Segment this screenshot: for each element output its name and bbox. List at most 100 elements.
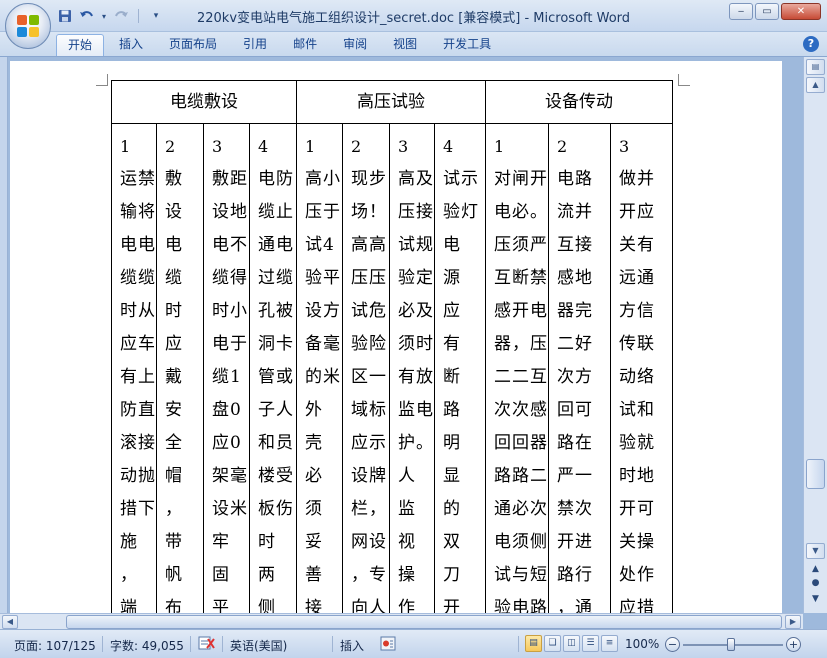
cell-text-line: 设方 [305,301,341,321]
table-column-cell: 2 电路 流并 互接 感地 器完 二好 次方 回可 路在 严一 禁次 开进 路行 ，通 [548,123,611,613]
cell-text-line: 路行 [557,565,593,585]
scroll-left-icon[interactable]: ◀ [2,615,18,629]
cell-text-line: 电不 [212,235,248,255]
cell-text-line: 对闸开 [494,169,548,189]
close-button[interactable]: ✕ [781,3,821,20]
horizontal-scroll-thumb[interactable] [66,615,782,629]
proofing-icon[interactable] [198,635,216,654]
horizontal-scrollbar[interactable]: ◀ ▶ [0,613,803,629]
insert-mode-indicator[interactable]: 插入 [340,637,364,654]
cell-text-line: 流并 [557,202,593,222]
cell-text-line: 现步 [351,169,387,189]
cell-text-line: 时小 [212,301,248,321]
cell-text-line: 次次感 [494,400,548,420]
cell-text-line: 过缆 [258,268,294,288]
office-button[interactable] [5,3,51,49]
scroll-right-icon[interactable]: ▶ [785,615,801,629]
minimize-button[interactable]: ‒ [729,3,753,20]
page-count[interactable]: 页面: 107/125 [14,637,96,654]
cell-text-line: 压须严 [494,235,548,255]
cell-text-line: 两 [258,565,276,585]
cell-text-line: 网设 [351,532,387,552]
document-table[interactable]: 电缆敷设 高压试验 设备传动 1 运禁 输将 电电 缆缆 时从 应车 有上 防直 滚接 动抛 措下施，… [111,80,673,613]
cell-text-line: 源 [443,268,461,288]
macro-record-icon[interactable] [380,636,396,654]
cell-text-line: 敷 [165,169,183,189]
status-separator [332,636,333,652]
cell-text-line: 路在 [557,433,593,453]
vertical-ruler [0,57,8,613]
tab-page-layout[interactable]: 页面布局 [158,34,228,56]
margin-mark-top-right [678,74,690,86]
cell-text-line: 关操 [619,532,655,552]
tab-review[interactable]: 审阅 [332,34,378,56]
cell-text-line: 应示 [351,433,387,453]
cell-text-line: 明 [443,433,461,453]
previous-page-icon[interactable]: ▲ [806,562,825,576]
cell-text-line: 向人 [351,598,387,613]
cell-text-line: 孔被 [258,301,294,321]
cell-text-line: ， [120,565,138,585]
maximize-button[interactable]: ▭ [755,3,779,20]
help-icon[interactable]: ? [803,36,819,52]
cell-text-line: 感开电 [494,301,548,321]
tab-home[interactable]: 开始 [56,34,105,56]
cell-text-line: 缆1 [212,367,242,387]
cell-text-line: 验就 [619,433,655,453]
header-high-voltage-test: 高压试验 [296,80,486,124]
tab-references[interactable]: 引用 [232,34,278,56]
column-number: 3 [619,137,630,156]
cell-text-line: 接 [305,598,323,613]
cell-text-line: 安 [165,400,183,420]
status-separator [102,636,103,652]
tab-view[interactable]: 视图 [382,34,428,56]
scroll-down-icon[interactable]: ▼ [806,543,825,559]
scroll-up-icon[interactable]: ▲ [806,77,825,93]
tab-developer[interactable]: 开发工具 [432,34,502,56]
cell-text-line: 区一 [351,367,387,387]
vertical-scroll-thumb[interactable] [806,459,825,489]
cell-text-line: 时 [258,532,276,552]
cell-text-line: 验电路 [494,598,548,613]
full-screen-reading-view-icon[interactable]: ❑ [544,635,561,652]
tab-mailings[interactable]: 邮件 [282,34,328,56]
ruler-toggle-icon[interactable]: ▤ [806,59,825,75]
cell-text-line: 路 [443,400,461,420]
next-page-icon[interactable]: ▼ [806,592,825,606]
zoom-slider-knob[interactable] [727,638,735,651]
outline-view-icon[interactable]: ☰ [582,635,599,652]
print-layout-view-icon[interactable]: ▤ [525,635,542,652]
tab-insert[interactable]: 插入 [108,34,154,56]
window-controls: ‒ ▭ ✕ [729,3,821,20]
cell-text-line: 戴 [165,367,183,387]
select-browse-object-icon[interactable]: ● [806,576,825,590]
cell-text-line: 电电 [120,235,156,255]
zoom-in-button[interactable]: + [786,637,801,652]
cell-text-line: 断 [443,367,461,387]
cell-text-line: 壳 [305,433,323,453]
table-column-cell: 4 电防 缆止 通电 过缆 孔被 洞卡 管或 子人 和员 楼受 板伤时两侧 [249,123,297,613]
table-column-cell: 2 敷设电缆时应戴安全帽 ， 带帆布 [156,123,204,613]
cell-text-line: 电防 [258,169,294,189]
language-indicator[interactable]: 英语(美国) [230,637,287,654]
web-layout-view-icon[interactable]: ◫ [563,635,580,652]
word-count[interactable]: 字数: 49,055 [110,637,184,654]
document-area[interactable]: 电缆敷设 高压试验 设备传动 1 运禁 输将 电电 缆缆 时从 应车 有上 防直 滚接 动抛 措下施，… [0,57,803,613]
cell-text-line: 必及 [398,301,434,321]
cell-text-line: 电必。 [494,202,548,222]
vertical-scrollbar[interactable]: ▤ ▲ ▼ ▲ ● ▼ [803,57,827,613]
zoom-out-button[interactable]: − [665,637,680,652]
cell-text-line: 板伤 [258,499,294,519]
cell-text-line: 应 [165,334,183,354]
cell-text-line: 应车 [120,334,156,354]
cell-text-line: 电须侧 [494,532,548,552]
cell-text-line: 试和 [619,400,655,420]
cell-text-line: 必 [305,466,323,486]
cell-text-line: 试与短 [494,565,548,585]
zoom-level[interactable]: 100% [625,637,659,651]
cell-text-line: 应措 [619,598,655,613]
draft-view-icon[interactable]: ≡ [601,635,618,652]
table-column-cell: 1 对闸开 电必。 压须严 互断禁 感开电 器，压 二二互 次次感 回回器 路路二 通必次 电须侧 试与短… [485,123,549,613]
status-bar: 页面: 107/125 字数: 49,055 英语(美国) 插入 ▤ ❑ ◫ ☰… [0,629,827,658]
cell-text-line: 的米 [305,367,341,387]
